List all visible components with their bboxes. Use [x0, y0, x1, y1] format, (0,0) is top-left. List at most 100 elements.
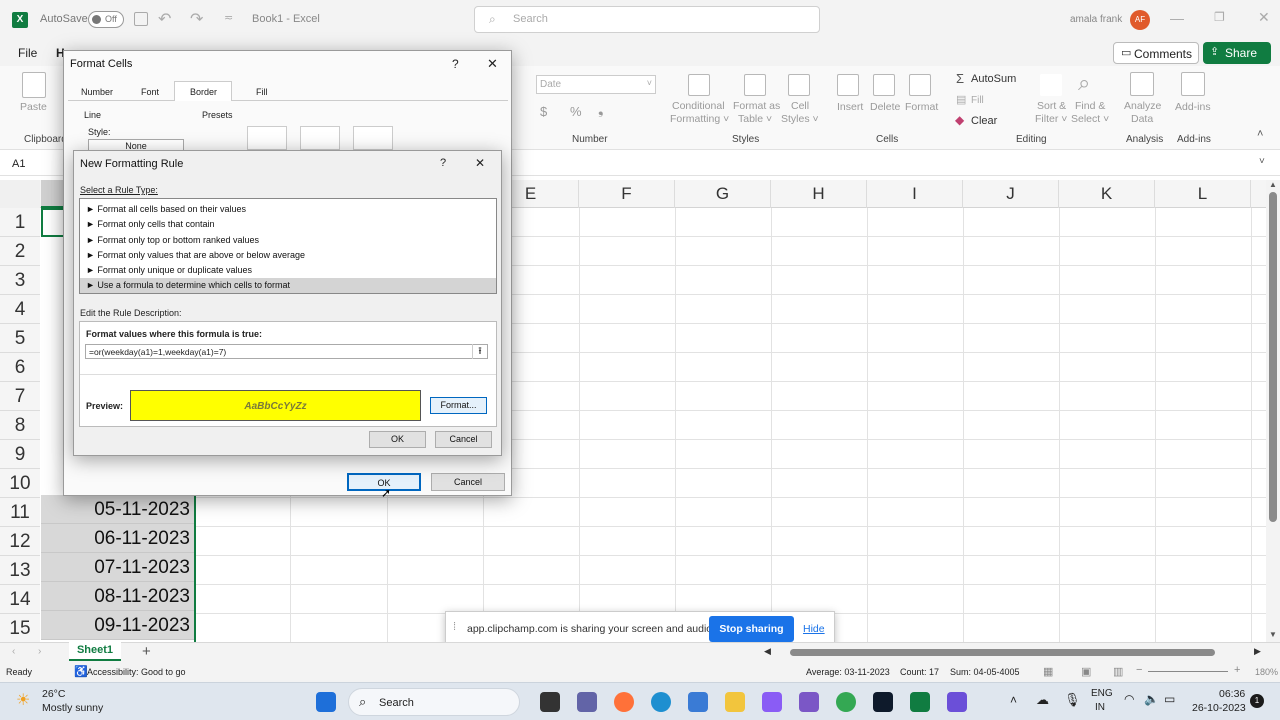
delete-cells-icon[interactable] — [873, 74, 895, 96]
scroll-down-icon[interactable]: ▼ — [1269, 630, 1277, 639]
row-header[interactable]: 10 — [0, 469, 40, 498]
conditional-formatting-line2[interactable]: Formatting ˅ — [670, 113, 729, 126]
new-rule-help-icon[interactable]: ? — [440, 157, 446, 169]
sort-filter-line2[interactable]: Filter ˅ — [1035, 113, 1067, 126]
weather-desc[interactable]: Mostly sunny — [42, 702, 103, 714]
windows-start-icon[interactable] — [316, 692, 336, 712]
tab-fill[interactable]: Fill — [256, 87, 268, 97]
row-header[interactable]: 12 — [0, 527, 40, 556]
share-button[interactable]: ⇪ Share — [1203, 42, 1271, 64]
sort-filter-icon[interactable] — [1040, 74, 1062, 96]
tab-number[interactable]: Number — [81, 87, 113, 97]
conditional-formatting-line1[interactable]: Conditional — [672, 100, 725, 113]
number-format-select[interactable]: Date ˅ — [536, 75, 656, 94]
format-as-table-line2[interactable]: Table ˅ — [738, 113, 772, 126]
taskbar-search[interactable]: ⌕ Search — [348, 688, 520, 716]
new-rule-close-icon[interactable]: ✕ — [475, 156, 485, 170]
format-label[interactable]: Format — [905, 101, 938, 114]
normal-view-icon[interactable]: ▦ — [1043, 665, 1053, 678]
row-header[interactable]: 2 — [0, 237, 40, 266]
volume-icon[interactable]: 🔈 — [1144, 692, 1159, 706]
next-sheet-icon[interactable]: › — [38, 646, 41, 657]
cell-a12[interactable]: 06-11-2023 — [41, 524, 194, 553]
firefox-icon[interactable] — [614, 692, 634, 712]
cell-styles-line1[interactable]: Cell — [791, 100, 809, 113]
addins-icon[interactable] — [1181, 72, 1205, 96]
minimize-icon[interactable]: — — [1170, 10, 1184, 26]
prev-sheet-icon[interactable]: ‹ — [12, 646, 15, 657]
restore-icon[interactable]: ❐ — [1214, 10, 1225, 24]
select-all-corner[interactable] — [0, 180, 40, 208]
comma-icon[interactable]: ❟ — [598, 102, 604, 116]
rule-type-item[interactable]: ► Format only values that are above or b… — [84, 248, 494, 263]
expand-formula-icon[interactable]: ˅ — [1259, 156, 1265, 167]
save-icon[interactable] — [134, 12, 148, 26]
stream-app-icon[interactable] — [947, 692, 967, 712]
row-header[interactable]: 1 — [0, 208, 40, 237]
format-cells-icon[interactable] — [909, 74, 931, 96]
terminal-icon[interactable] — [873, 692, 893, 712]
sheet-tab-sheet1[interactable]: Sheet1 — [69, 642, 121, 661]
delete-label[interactable]: Delete — [870, 101, 900, 114]
format-button[interactable]: Format... — [430, 397, 487, 414]
format-cells-help-icon[interactable]: ? — [452, 57, 459, 71]
tab-file[interactable]: File — [18, 46, 37, 60]
tab-border[interactable]: Border — [174, 81, 232, 101]
drag-handle-icon[interactable]: ⁞ — [453, 621, 456, 633]
cell-a15[interactable]: 09-11-2023 — [41, 611, 194, 640]
rule-type-item[interactable]: ► Format all cells based on their values — [84, 202, 494, 217]
insert-cells-icon[interactable] — [837, 74, 859, 96]
chrome-icon[interactable] — [836, 692, 856, 712]
rule-type-item[interactable]: ► Format only top or bottom ranked value… — [84, 233, 494, 248]
notification-badge[interactable]: 1 — [1250, 694, 1264, 708]
column-header-k[interactable]: K — [1059, 180, 1155, 208]
avatar[interactable]: AF — [1130, 10, 1150, 30]
analyze-data-line1[interactable]: Analyze — [1124, 100, 1161, 113]
rule-type-item[interactable]: ► Format only unique or duplicate values — [84, 263, 494, 278]
close-window-icon[interactable]: ✕ — [1258, 9, 1270, 26]
row-header[interactable]: 7 — [0, 382, 40, 411]
collapse-dialog-icon[interactable]: ⭱ — [472, 344, 487, 359]
hscroll-left-icon[interactable]: ◀ — [764, 646, 771, 657]
row-header[interactable]: 5 — [0, 324, 40, 353]
analyze-data-icon[interactable] — [1130, 72, 1154, 96]
edge-icon[interactable] — [651, 692, 671, 712]
conditional-formatting-icon[interactable] — [688, 74, 710, 96]
scroll-thumb[interactable] — [1269, 192, 1277, 522]
hide-link[interactable]: Hide — [803, 623, 825, 635]
qat-customize-icon[interactable]: ≂ — [224, 11, 233, 24]
column-header-f[interactable]: F — [579, 180, 675, 208]
format-as-table-icon[interactable] — [744, 74, 766, 96]
zoom-in-icon[interactable]: + — [1234, 664, 1240, 676]
clipchamp-icon[interactable] — [762, 692, 782, 712]
row-header[interactable]: 14 — [0, 585, 40, 614]
collapse-ribbon-icon[interactable]: ˄ — [1257, 128, 1263, 140]
horizontal-scroll-thumb[interactable] — [790, 649, 1215, 656]
column-header-i[interactable]: I — [867, 180, 963, 208]
row-header[interactable]: 3 — [0, 266, 40, 295]
cell-a11[interactable]: 05-11-2023 — [41, 495, 194, 524]
onedrive-icon[interactable]: ☁ — [1036, 692, 1049, 708]
fill-label[interactable]: Fill — [971, 95, 984, 106]
column-header-l[interactable]: L — [1155, 180, 1251, 208]
column-header-g[interactable]: G — [675, 180, 771, 208]
file-explorer-icon[interactable] — [725, 692, 745, 712]
row-header[interactable]: 13 — [0, 556, 40, 585]
paste-icon[interactable] — [22, 72, 46, 98]
paste-label[interactable]: Paste — [20, 101, 47, 114]
new-rule-ok-button[interactable]: OK — [369, 431, 426, 448]
percent-icon[interactable]: % — [570, 105, 582, 118]
wifi-icon[interactable]: ◠ — [1124, 692, 1134, 706]
cell-a13[interactable]: 07-11-2023 — [41, 553, 194, 582]
sort-filter-line1[interactable]: Sort & — [1037, 100, 1066, 113]
rule-type-item-selected[interactable]: ► Use a formula to determine which cells… — [80, 278, 496, 293]
clock-date[interactable]: 26-10-2023 — [1192, 702, 1246, 714]
tab-font[interactable]: Font — [141, 87, 159, 97]
media-app-icon[interactable] — [799, 692, 819, 712]
format-cells-cancel-button[interactable]: Cancel — [431, 473, 505, 491]
analyze-data-line2[interactable]: Data — [1131, 113, 1153, 126]
row-header[interactable]: 11 — [0, 498, 40, 527]
cell-styles-icon[interactable] — [788, 74, 810, 96]
preset-inside-button[interactable] — [353, 126, 393, 150]
currency-icon[interactable]: $ — [540, 105, 547, 118]
